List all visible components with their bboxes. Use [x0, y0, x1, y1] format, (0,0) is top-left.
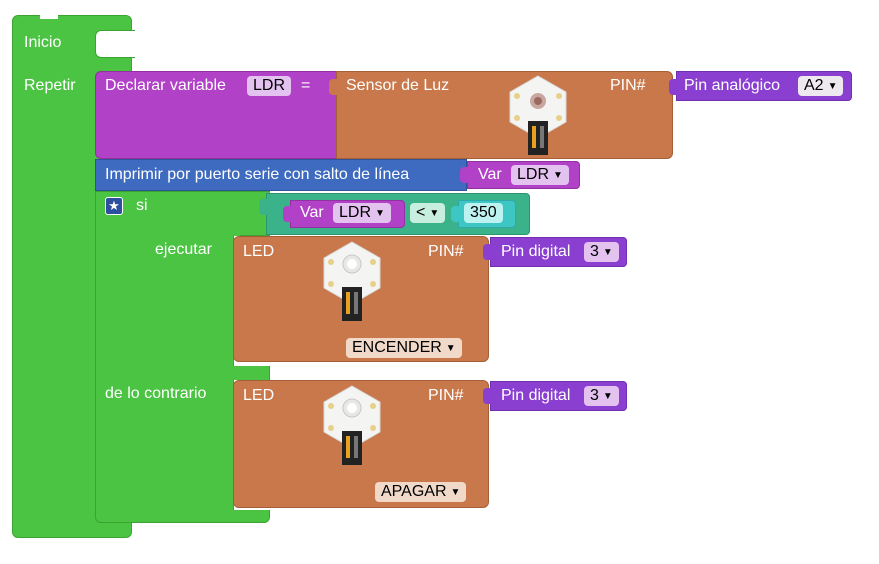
led-off-label: LED	[243, 387, 275, 404]
print-serial-label: Imprimir por puerto serie con salto de l…	[105, 166, 410, 183]
variable-name-field[interactable]: LDR	[247, 76, 292, 96]
input-tab	[259, 199, 267, 215]
led-off-pin-dropdown[interactable]: 3 ▼	[584, 386, 619, 406]
input-tab	[329, 79, 337, 95]
operator-dropdown[interactable]: < ▼	[410, 203, 446, 223]
input-tab	[669, 79, 677, 95]
input-tab	[283, 206, 291, 222]
start-statement-slot	[95, 30, 135, 58]
light-sensor-pin-label: PIN#	[610, 77, 646, 94]
led-off-state-dropdown[interactable]: APAGAR ▼	[375, 482, 467, 502]
analog-pin-dropdown[interactable]: A2 ▼	[798, 76, 844, 96]
analog-pin-label: Pin analógico	[684, 77, 781, 94]
led-module-image	[323, 241, 381, 321]
led-on-label: LED	[243, 243, 275, 260]
loop-label: Repetir	[24, 77, 76, 94]
declare-variable-label: Declarar variable	[105, 77, 226, 94]
led-off-pin-label: PIN#	[428, 387, 464, 404]
block-notch	[40, 15, 58, 19]
input-tab	[483, 244, 491, 260]
compare-var-label: Var	[300, 204, 324, 221]
led-module-image	[323, 385, 381, 465]
compare-var-dropdown[interactable]: LDR ▼	[333, 203, 391, 223]
led-on-state-dropdown[interactable]: ENCENDER ▼	[346, 338, 462, 358]
else-label: de lo contrario	[105, 385, 207, 402]
mutator-gear-icon[interactable]: ★	[105, 197, 123, 215]
light-sensor-label: Sensor de Luz	[346, 77, 450, 94]
input-tab	[460, 167, 468, 183]
equals-sign: =	[301, 77, 311, 94]
print-var-dropdown[interactable]: LDR ▼	[511, 165, 569, 185]
then-label: ejecutar	[155, 241, 212, 258]
number-field[interactable]: 350	[464, 203, 503, 223]
input-tab	[451, 206, 459, 222]
input-tab	[483, 388, 491, 404]
led-on-pin-block-label: Pin digital	[501, 243, 571, 260]
led-on-pin-dropdown[interactable]: 3 ▼	[584, 242, 619, 262]
light-sensor-image	[509, 75, 567, 155]
if-label: si	[136, 197, 148, 214]
led-on-pin-label: PIN#	[428, 243, 464, 260]
start-label: Inicio	[24, 34, 62, 51]
print-var-label: Var	[478, 166, 502, 183]
led-off-pin-block-label: Pin digital	[501, 387, 571, 404]
